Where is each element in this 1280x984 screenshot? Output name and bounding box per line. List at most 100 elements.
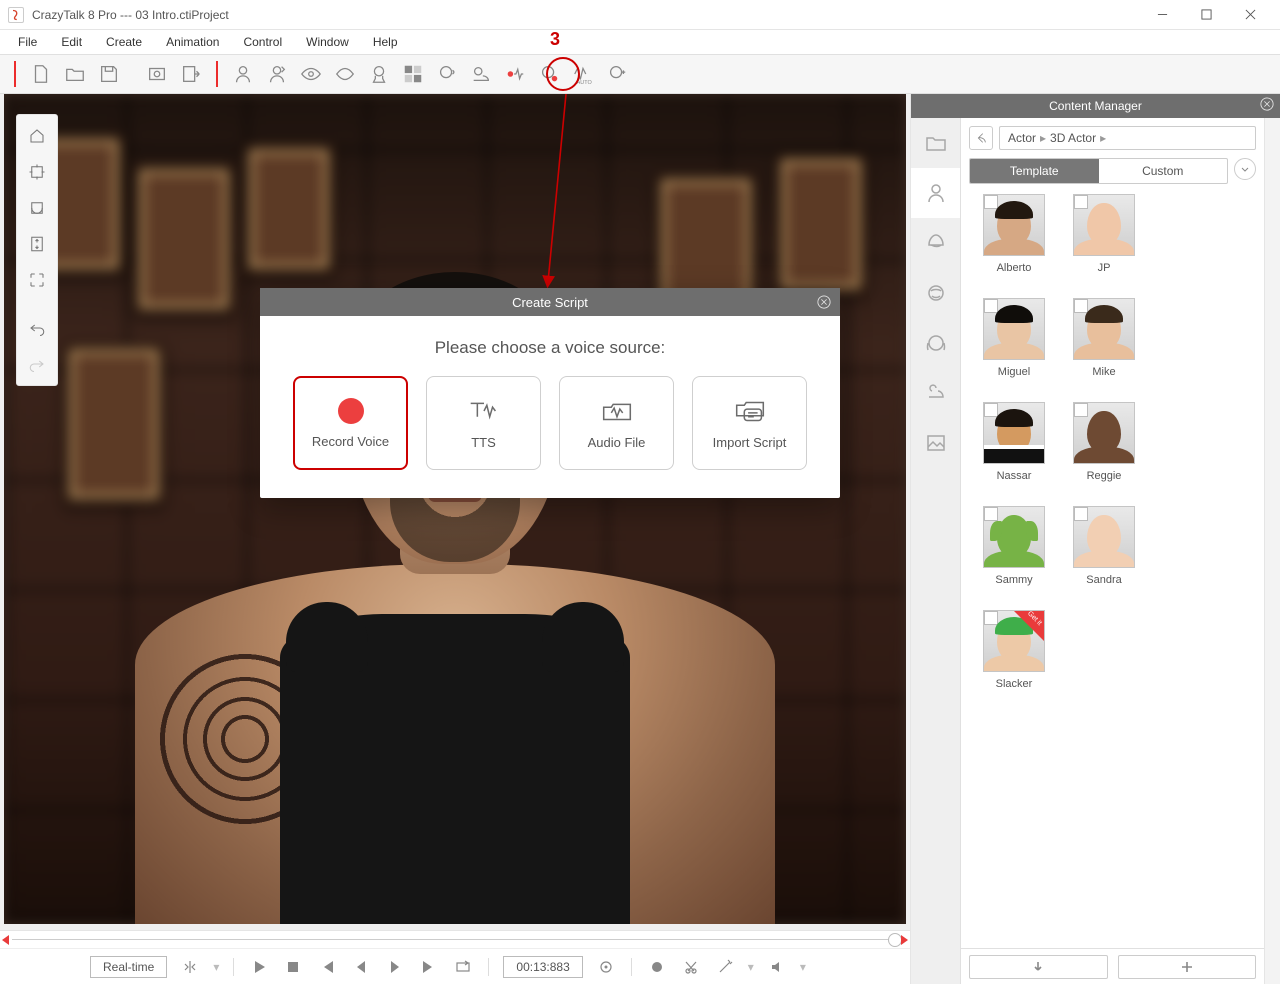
menu-create[interactable]: Create [96, 32, 152, 52]
new-project-button[interactable] [24, 57, 58, 91]
range-end-handle[interactable] [901, 935, 908, 945]
breadcrumb-back-button[interactable] [969, 126, 993, 150]
redo-button[interactable] [22, 349, 52, 379]
viewport-toolcol [16, 114, 58, 386]
tab-template[interactable]: Template [970, 159, 1099, 183]
dialog-prompt: Please choose a voice source: [435, 338, 666, 358]
cat-image[interactable] [911, 418, 960, 468]
cat-actor[interactable] [911, 168, 960, 218]
talking-head-button[interactable] [430, 57, 464, 91]
main-toolbar: 3 AUTO [0, 54, 1280, 94]
close-button[interactable] [1228, 1, 1272, 29]
next-frame-button[interactable] [384, 956, 406, 978]
menu-animation[interactable]: Animation [156, 32, 229, 52]
cat-atmosphere[interactable] [911, 368, 960, 418]
pan-button[interactable] [22, 157, 52, 187]
content-item[interactable]: Sandra [1059, 506, 1149, 606]
auto-motion-button[interactable]: AUTO [566, 57, 600, 91]
menu-window[interactable]: Window [296, 32, 359, 52]
content-item[interactable]: Miguel [969, 298, 1059, 398]
cat-project[interactable] [911, 118, 960, 168]
home-view-button[interactable] [22, 121, 52, 151]
panel-scrollbar[interactable] [1264, 118, 1280, 984]
preview-button[interactable] [140, 57, 174, 91]
option-import-script[interactable]: Import Script [692, 376, 807, 470]
record-button[interactable] [646, 956, 668, 978]
panel-title: Content Manager [1049, 99, 1142, 113]
scissors-button[interactable] [680, 956, 702, 978]
export-button[interactable] [174, 57, 208, 91]
face-puppet-button[interactable] [600, 57, 634, 91]
dialog-close-button[interactable] [814, 292, 834, 312]
orbit-button[interactable] [22, 193, 52, 223]
panel-close-button[interactable] [1260, 97, 1274, 114]
breadcrumb-path[interactable]: Actor▸ 3D Actor▸ [999, 126, 1256, 150]
tts-icon [465, 397, 503, 425]
content-manager-panel: Content Manager Actor▸ 3D Actor▸ [910, 94, 1280, 984]
toolbar-separator [14, 61, 16, 87]
window-title: CrazyTalk 8 Pro --- 03 Intro.ctiProject [32, 8, 1140, 22]
playhead-handle[interactable] [888, 933, 902, 947]
menu-help[interactable]: Help [363, 32, 408, 52]
canvas-3d[interactable]: 4 Create Script Please choose a voice so… [4, 94, 906, 924]
dialog-title: Create Script [512, 295, 588, 310]
menu-edit[interactable]: Edit [51, 32, 92, 52]
content-item-label: Sammy [995, 574, 1032, 586]
create-script-button[interactable] [498, 57, 532, 91]
mouth-button[interactable] [328, 57, 362, 91]
realtime-toggle[interactable]: Real-time [90, 956, 167, 978]
mute-button[interactable] [766, 956, 788, 978]
content-grid: Alberto JPMiguel Mike NassarReggie Sammy Sand… [969, 194, 1256, 710]
atmosphere-button[interactable] [464, 57, 498, 91]
maximize-button[interactable] [1184, 1, 1228, 29]
timeline-scroll[interactable] [0, 930, 910, 948]
wand-button[interactable] [714, 956, 736, 978]
settings-icon[interactable] [179, 956, 201, 978]
loop-button[interactable] [452, 956, 474, 978]
goto-start-button[interactable] [316, 956, 338, 978]
audio-file-icon [598, 397, 636, 425]
goto-end-button[interactable] [418, 956, 440, 978]
content-item[interactable]: Mike [1059, 298, 1149, 398]
content-item-label: Alberto [997, 262, 1032, 274]
undo-button[interactable] [22, 313, 52, 343]
cat-hair[interactable] [911, 218, 960, 268]
zoom-button[interactable] [22, 229, 52, 259]
expand-categories-button[interactable] [1234, 158, 1256, 180]
prev-frame-button[interactable] [350, 956, 372, 978]
option-audio-file[interactable]: Audio File [559, 376, 674, 470]
content-item[interactable]: Nassar [969, 402, 1059, 502]
eye-button[interactable] [294, 57, 328, 91]
content-item[interactable]: Alberto [969, 194, 1059, 294]
apply-button[interactable] [969, 955, 1108, 979]
actor-button[interactable] [226, 57, 260, 91]
background-button[interactable] [396, 57, 430, 91]
create-script-dialog: Create Script Please choose a voice sour… [260, 288, 840, 498]
content-item[interactable]: JP [1059, 194, 1149, 294]
cat-motion[interactable] [911, 318, 960, 368]
content-item-label: Sandra [1086, 574, 1121, 586]
menu-file[interactable]: File [8, 32, 47, 52]
content-item[interactable]: Sammy [969, 506, 1059, 606]
content-item[interactable]: Get itSlacker [969, 610, 1059, 710]
timecode-settings-button[interactable] [595, 956, 617, 978]
minimize-button[interactable] [1140, 1, 1184, 29]
fullscreen-button[interactable] [22, 265, 52, 295]
content-item-label: Mike [1092, 366, 1115, 378]
save-project-button[interactable] [92, 57, 126, 91]
cat-accessory[interactable] [911, 268, 960, 318]
timecode-field[interactable]: 00:13:883 [503, 956, 582, 978]
head-button[interactable] [362, 57, 396, 91]
option-record-voice[interactable]: Record Voice [293, 376, 408, 470]
range-start-handle[interactable] [2, 935, 9, 945]
menu-control[interactable]: Control [233, 32, 292, 52]
content-item[interactable]: Reggie [1059, 402, 1149, 502]
option-tts[interactable]: TTS [426, 376, 541, 470]
open-project-button[interactable] [58, 57, 92, 91]
stop-button[interactable] [282, 956, 304, 978]
voice-morph-button[interactable] [532, 57, 566, 91]
play-button[interactable] [248, 956, 270, 978]
add-button[interactable] [1118, 955, 1257, 979]
face-fitting-button[interactable] [260, 57, 294, 91]
tab-custom[interactable]: Custom [1099, 159, 1228, 183]
